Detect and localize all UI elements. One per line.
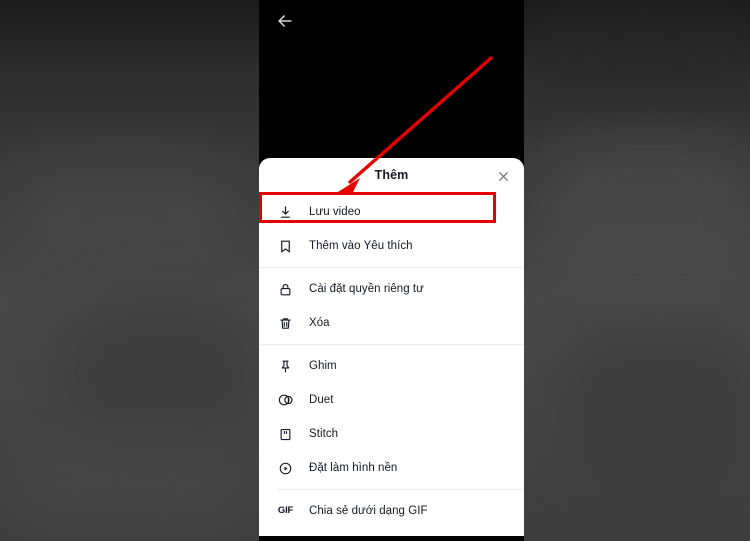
menu-item-label: Thêm vào Yêu thích <box>309 240 413 252</box>
menu-item-share-as-gif[interactable]: GIF Chia sẻ dưới dạng GIF <box>259 494 524 528</box>
menu-item-label: Chia sẻ dưới dạng GIF <box>309 505 428 517</box>
video-player-area[interactable] <box>259 0 524 160</box>
sheet-title: Thêm <box>374 168 409 182</box>
more-options-sheet: Thêm Lưu video Thêm vào Yêu thích Cài đặ… <box>259 158 524 536</box>
backdrop-blob <box>530 0 750 110</box>
menu-item-label: Duet <box>309 394 334 406</box>
menu-group-share: GIF Chia sẻ dưới dạng GIF <box>259 494 524 528</box>
menu-item-save-video[interactable]: Lưu video <box>259 195 524 229</box>
menu-item-stitch[interactable]: Stitch <box>259 417 524 451</box>
menu-item-set-as-wallpaper[interactable]: Đặt làm hình nền <box>259 451 524 485</box>
screenshot-root: Thêm Lưu video Thêm vào Yêu thích Cài đặ… <box>0 0 750 541</box>
menu-item-label: Cài đặt quyền riêng tư <box>309 283 424 295</box>
bookmark-icon <box>277 238 294 255</box>
pin-icon <box>277 358 294 375</box>
backdrop-blob <box>10 150 240 270</box>
backdrop-blob <box>0 430 260 541</box>
menu-item-pin[interactable]: Ghim <box>259 349 524 383</box>
menu-item-privacy-settings[interactable]: Cài đặt quyền riêng tư <box>259 272 524 306</box>
gif-text-icon: GIF <box>277 505 294 517</box>
menu-divider <box>259 344 524 345</box>
menu-divider <box>259 267 524 268</box>
duet-icon <box>277 392 294 409</box>
menu-item-duet[interactable]: Duet <box>259 383 524 417</box>
close-icon[interactable] <box>496 169 511 184</box>
wallpaper-play-icon <box>277 460 294 477</box>
backdrop-blob <box>560 330 750 480</box>
sheet-header: Thêm <box>259 158 524 195</box>
backdrop-blob <box>540 120 750 300</box>
menu-divider <box>277 489 524 490</box>
trash-icon <box>277 315 294 332</box>
back-arrow-icon[interactable] <box>272 8 298 34</box>
stitch-icon <box>277 426 294 443</box>
lock-icon <box>277 281 294 298</box>
menu-item-label: Ghim <box>309 360 337 372</box>
menu-group-privacy: Cài đặt quyền riêng tư Xóa <box>259 272 524 340</box>
backdrop-blob <box>60 300 260 440</box>
menu-item-add-to-favorites[interactable]: Thêm vào Yêu thích <box>259 229 524 263</box>
menu-item-delete[interactable]: Xóa <box>259 306 524 340</box>
phone-screen: Thêm Lưu video Thêm vào Yêu thích Cài đặ… <box>259 0 524 541</box>
menu-group-creation: Ghim Duet Stitch Đặt làm hình nền <box>259 349 524 485</box>
menu-item-label: Stitch <box>309 428 339 440</box>
menu-item-label: Đặt làm hình nền <box>309 462 398 474</box>
menu-item-label: Xóa <box>309 317 330 329</box>
menu-item-label: Lưu video <box>309 206 361 218</box>
menu-group-save: Lưu video Thêm vào Yêu thích <box>259 195 524 263</box>
download-icon <box>277 204 294 221</box>
